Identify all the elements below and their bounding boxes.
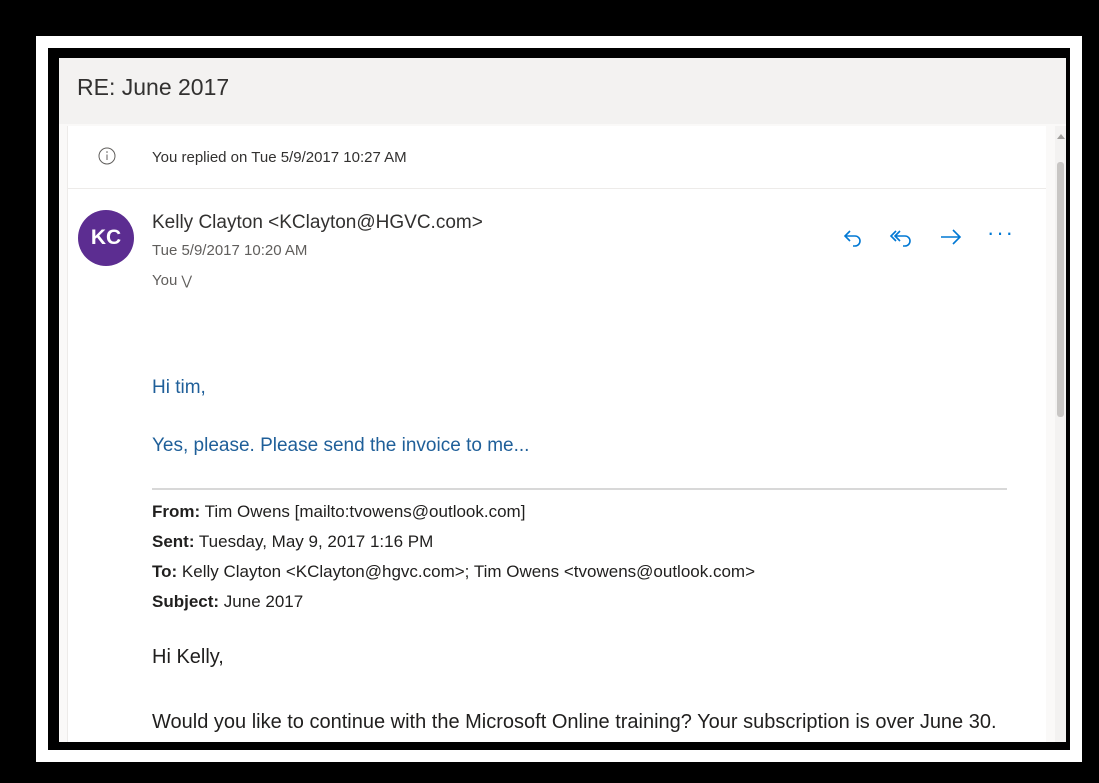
quoted-paragraph: Would you like to continue with the Micr… — [152, 711, 997, 733]
reply-all-button[interactable] — [886, 222, 916, 252]
sender-name[interactable]: Kelly Clayton <KClayton@HGVC.com> — [152, 212, 483, 234]
email-subject: RE: June 2017 — [77, 74, 230, 100]
recipient-you: You — [152, 272, 178, 289]
reply-icon — [843, 230, 861, 247]
avatar[interactable]: KC — [78, 210, 134, 266]
quoted-from-label: From: — [152, 502, 201, 521]
quoted-subject-label: Subject: — [152, 592, 220, 611]
quoted-sent-label: Sent: — [152, 532, 195, 551]
sent-date: Tue 5/9/2017 10:20 AM — [152, 242, 308, 259]
quoted-to-label: To: — [152, 562, 178, 581]
quote-divider — [152, 488, 1007, 490]
scrollbar-thumb[interactable] — [1057, 162, 1064, 417]
vertical-scrollbar[interactable] — [1055, 126, 1066, 742]
reply-all-icon — [889, 230, 911, 247]
reply-info-row: You replied on Tue 5/9/2017 10:27 AM — [68, 126, 1046, 189]
forward-button[interactable] — [936, 222, 966, 252]
body-text: Yes, please. Please send the invoice to … — [152, 435, 530, 456]
more-actions-button[interactable]: ··· — [986, 222, 1016, 252]
quoted-greeting: Hi Kelly, — [152, 646, 224, 668]
quoted-sent-value: Tuesday, May 9, 2017 1:16 PM — [198, 532, 434, 551]
more-actions-icon: ··· — [987, 220, 1015, 245]
info-icon — [98, 147, 116, 165]
scroll-up-arrow-icon[interactable] — [1057, 134, 1065, 139]
email-reading-pane: RE: June 2017 You replied on Tue 5/9/201… — [59, 58, 1066, 742]
quoted-subject-value: June 2017 — [223, 592, 304, 611]
reply-button[interactable] — [838, 222, 868, 252]
quoted-from: From: Tim Owens [mailto:tvowens@outlook.… — [152, 502, 525, 522]
quoted-from-value[interactable]: Tim Owens [mailto:tvowens@outlook.com] — [205, 502, 526, 521]
quoted-sent: Sent: Tuesday, May 9, 2017 1:16 PM — [152, 532, 433, 552]
message-card: You replied on Tue 5/9/2017 10:27 AM KC … — [67, 126, 1046, 742]
quoted-subject: Subject: June 2017 — [152, 592, 303, 612]
forward-arrow-icon — [941, 229, 962, 245]
reply-notice: You replied on Tue 5/9/2017 10:27 AM — [152, 149, 407, 166]
quoted-to-value: Kelly Clayton <KClayton@hgvc.com>; Tim O… — [181, 562, 756, 581]
chevron-down-icon[interactable]: ⋁ — [181, 273, 192, 288]
quoted-to: To: Kelly Clayton <KClayton@hgvc.com>; T… — [152, 562, 755, 582]
body-greeting: Hi tim, — [152, 377, 206, 398]
subject-bar: RE: June 2017 — [59, 58, 1066, 124]
recipient-line[interactable]: You ⋁ — [152, 272, 192, 289]
